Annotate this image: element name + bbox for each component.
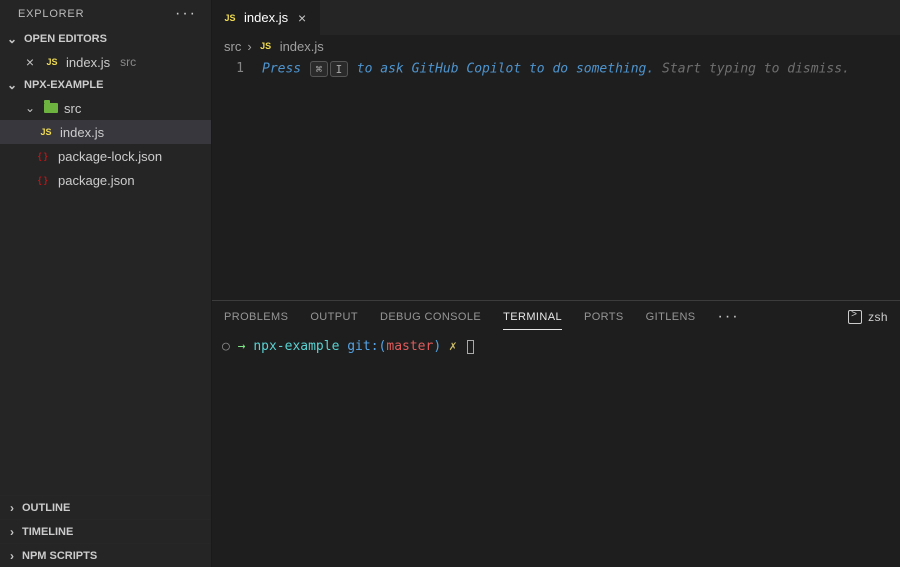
- terminal[interactable]: ○ → npx-example git:(master) ✗: [212, 333, 900, 567]
- file-label: package-lock.json: [58, 149, 162, 164]
- ghost-text: Press ⌘I to ask GitHub Copilot to do som…: [262, 57, 900, 300]
- editor-area: JS index.js × src › JS index.js 1 Press …: [212, 0, 900, 567]
- close-icon[interactable]: ×: [22, 54, 38, 70]
- breadcrumb-part[interactable]: index.js: [280, 39, 324, 54]
- file-package-lock[interactable]: { } package-lock.json: [0, 144, 211, 168]
- line-number: 1: [236, 61, 244, 76]
- breadcrumb-part[interactable]: src: [224, 39, 241, 54]
- chevron-down-icon: ⌄: [22, 101, 38, 115]
- folder-label: src: [64, 101, 81, 116]
- chevron-right-icon: ›: [247, 39, 251, 54]
- timeline-section[interactable]: › TIMELINE: [0, 519, 211, 543]
- outline-section[interactable]: › OUTLINE: [0, 495, 211, 519]
- json-file-icon: { }: [38, 175, 52, 185]
- open-editor-dir: src: [120, 55, 136, 69]
- chevron-right-icon: ›: [4, 525, 20, 539]
- js-file-icon: JS: [258, 39, 274, 53]
- shell-name: zsh: [868, 310, 888, 324]
- project-section[interactable]: ⌄ NPX-EXAMPLE: [0, 74, 211, 96]
- folder-icon: [44, 103, 58, 113]
- explorer-header: EXPLORER ···: [0, 0, 211, 28]
- js-file-icon: JS: [222, 11, 238, 25]
- explorer-title: EXPLORER: [18, 8, 84, 20]
- open-editor-filename: index.js: [66, 55, 110, 70]
- panel-more-icon[interactable]: ···: [718, 314, 740, 320]
- tab-label: index.js: [244, 10, 288, 25]
- tab-terminal[interactable]: TERMINAL: [503, 305, 562, 330]
- explorer-sidebar: EXPLORER ··· ⌄ OPEN EDITORS × JS index.j…: [0, 0, 212, 567]
- file-index-js[interactable]: JS index.js: [0, 120, 211, 144]
- explorer-more-icon[interactable]: ···: [175, 11, 197, 17]
- tab-gitlens[interactable]: GITLENS: [646, 305, 696, 329]
- tab-ports[interactable]: PORTS: [584, 305, 624, 329]
- js-file-icon: JS: [38, 125, 54, 139]
- chevron-right-icon: ›: [4, 501, 20, 515]
- file-package-json[interactable]: { } package.json: [0, 168, 211, 192]
- breadcrumb[interactable]: src › JS index.js: [212, 35, 900, 57]
- timeline-label: TIMELINE: [22, 526, 73, 538]
- chevron-right-icon: ›: [4, 549, 20, 563]
- prompt-circle-icon: ○: [222, 339, 230, 354]
- sidebar-bottom: › OUTLINE › TIMELINE › NPM SCRIPTS: [0, 495, 211, 567]
- outline-label: OUTLINE: [22, 502, 70, 514]
- terminal-cursor: [467, 340, 474, 354]
- prompt-git-close: ): [433, 339, 441, 354]
- prompt-arrow-icon: →: [238, 339, 246, 354]
- tab-problems[interactable]: PROBLEMS: [224, 305, 288, 329]
- npm-scripts-label: NPM SCRIPTS: [22, 550, 97, 562]
- js-file-icon: JS: [44, 55, 60, 69]
- file-label: package.json: [58, 173, 135, 188]
- project-label: NPX-EXAMPLE: [24, 79, 103, 91]
- bottom-panel: PROBLEMS OUTPUT DEBUG CONSOLE TERMINAL P…: [212, 300, 900, 567]
- prompt-branch: master: [386, 339, 433, 354]
- prompt-dirty-icon: ✗: [449, 339, 457, 354]
- close-tab-icon[interactable]: ×: [294, 10, 310, 26]
- open-editors-label: OPEN EDITORS: [24, 33, 107, 45]
- prompt-git: git:(: [347, 339, 386, 354]
- line-gutter: 1: [212, 57, 262, 300]
- chevron-down-icon: ⌄: [4, 78, 20, 92]
- file-label: index.js: [60, 125, 104, 140]
- prompt-dir: npx-example: [253, 339, 339, 354]
- open-editors-section[interactable]: ⌄ OPEN EDITORS: [0, 28, 211, 50]
- code-editor[interactable]: 1 Press ⌘I to ask GitHub Copilot to do s…: [212, 57, 900, 300]
- tab-output[interactable]: OUTPUT: [310, 305, 358, 329]
- ghost-dismiss: Start typing to dismiss.: [662, 62, 850, 77]
- tab-index-js[interactable]: JS index.js ×: [212, 0, 321, 35]
- tab-debug-console[interactable]: DEBUG CONSOLE: [380, 305, 481, 329]
- json-file-icon: { }: [38, 151, 52, 161]
- npm-scripts-section[interactable]: › NPM SCRIPTS: [0, 543, 211, 567]
- shell-indicator[interactable]: zsh: [848, 310, 888, 324]
- kbd-cmd-icon: ⌘: [310, 61, 328, 77]
- terminal-icon: [848, 310, 862, 324]
- open-editor-item[interactable]: × JS index.js src: [0, 50, 211, 74]
- folder-src[interactable]: ⌄ src: [0, 96, 211, 120]
- ghost-press: Press: [262, 62, 301, 77]
- chevron-down-icon: ⌄: [4, 32, 20, 46]
- tab-bar: JS index.js ×: [212, 0, 900, 35]
- ghost-ask: to ask GitHub Copilot to do something.: [357, 62, 654, 77]
- panel-tabs: PROBLEMS OUTPUT DEBUG CONSOLE TERMINAL P…: [212, 301, 900, 333]
- kbd-i-icon: I: [330, 61, 348, 77]
